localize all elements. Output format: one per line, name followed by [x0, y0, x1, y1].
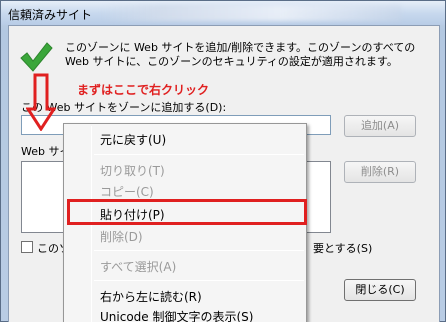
title-bar-blur	[101, 5, 401, 21]
menu-item-show-unicode-control[interactable]: Unicode 制御文字の表示(S)	[100, 308, 253, 322]
title-bar[interactable]: 信頼済みサイト	[1, 1, 445, 25]
menu-item-copy[interactable]: コピー(C)	[100, 183, 154, 200]
remove-button[interactable]: 削除(R)	[344, 161, 416, 183]
paste-highlight-box	[67, 199, 307, 225]
require-https-checkbox[interactable]	[21, 241, 33, 253]
close-button[interactable]: 閉じる(C)	[344, 279, 416, 301]
annotation-text: まずはここで右クリック	[77, 83, 210, 97]
menu-item-rtl-reading[interactable]: 右から左に読む(R)	[100, 288, 202, 305]
add-button[interactable]: 追加(A)	[344, 115, 416, 137]
trusted-sites-window: 信頼済みサイト このゾーンに Web サイトを追加/削除できます。このゾーンのす…	[0, 0, 446, 322]
window-title: 信頼済みサイト	[8, 8, 93, 22]
check-icon	[20, 42, 53, 72]
menu-item-delete[interactable]: 削除(D)	[100, 228, 143, 245]
menu-separator	[94, 154, 304, 155]
zone-description: このゾーンに Web サイトを追加/削除できます。このゾーンのすべての Web …	[65, 41, 416, 68]
down-arrow-icon	[26, 73, 56, 131]
menu-item-undo[interactable]: 元に戻す(U)	[100, 131, 166, 148]
menu-item-cut[interactable]: 切り取り(T)	[100, 162, 165, 179]
menu-item-select-all[interactable]: すべて選択(A)	[100, 258, 176, 275]
require-https-label-right: 要とする(S)	[313, 242, 373, 255]
menu-separator	[94, 280, 304, 281]
menu-separator	[94, 250, 304, 251]
